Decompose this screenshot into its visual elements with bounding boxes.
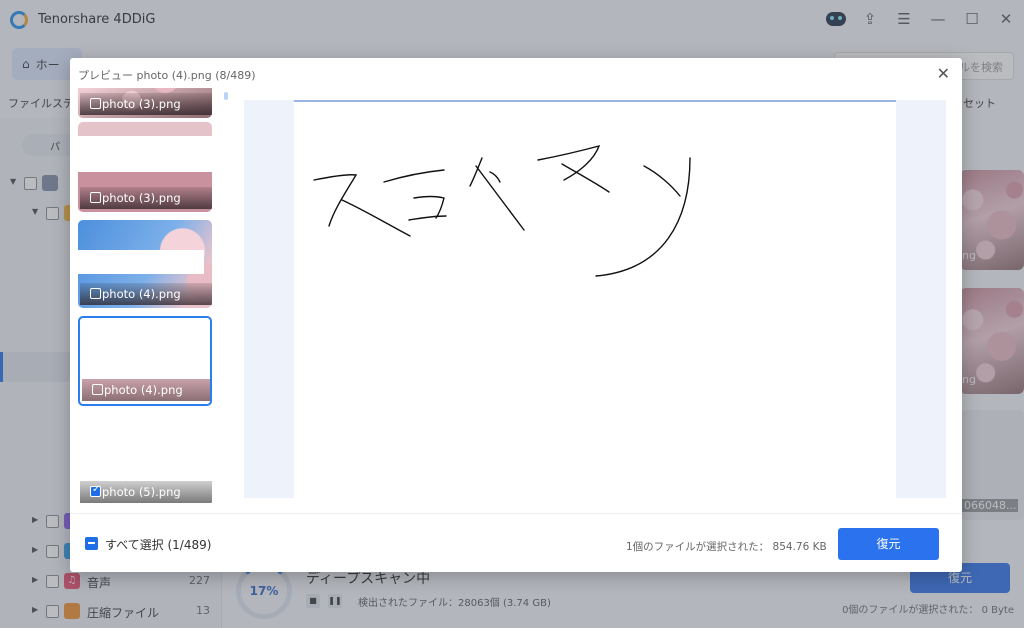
checkbox-checked[interactable]: [90, 484, 101, 497]
selected-files-info: 1個のファイルが選択された： 854.76 KB: [626, 541, 827, 553]
dialog-title: プレビュー photo (4).png (8/489): [78, 69, 256, 82]
preview-canvas: [294, 100, 896, 498]
thumbnail-item[interactable]: photo (5).png: [78, 416, 212, 506]
select-all-label[interactable]: すべて選択 (1/489): [105, 536, 211, 553]
checkbox[interactable]: [92, 384, 103, 395]
thumbnail-item-selected[interactable]: photo (4).png: [78, 316, 212, 406]
checkbox[interactable]: [90, 288, 101, 299]
checkbox[interactable]: [90, 192, 101, 203]
thumbnail-name: photo (3).png: [102, 191, 181, 205]
thumbnail-caption: photo (4).png: [82, 379, 210, 401]
restore-button[interactable]: 復元: [838, 528, 939, 560]
handwritten-sketch: [313, 144, 691, 277]
thumbnail-item[interactable]: photo (3).png: [78, 122, 212, 212]
thumbnail-name: photo (4).png: [102, 287, 181, 301]
thumbnail-item[interactable]: photo (3).png: [78, 88, 212, 118]
thumbnail-caption: photo (3).png: [80, 93, 212, 115]
thumbnail-caption: photo (5).png: [80, 481, 212, 503]
thumbnail-caption: photo (3).png: [80, 187, 212, 209]
close-icon[interactable]: ✕: [937, 64, 950, 83]
thumbnail-caption: photo (4).png: [80, 283, 212, 305]
checkbox[interactable]: [90, 98, 101, 109]
scrollbar-thumb[interactable]: [224, 92, 228, 100]
thumbnail-blank: [78, 250, 204, 274]
thumbnail-name: photo (4).png: [104, 383, 183, 397]
thumbnail-name: photo (5).png: [102, 485, 181, 499]
image-preview: [244, 100, 946, 498]
thumbnail-item[interactable]: photo (4).png: [78, 220, 212, 308]
dialog-footer: すべて選択 (1/489) 1個のファイルが選択された： 854.76 KB 復…: [70, 513, 962, 572]
preview-dialog: プレビュー photo (4).png (8/489) ✕ photo (3).…: [70, 58, 962, 572]
select-all-checkbox[interactable]: [85, 537, 98, 550]
thumbnail-list[interactable]: photo (3).png photo (3).png photo (4).pn…: [78, 88, 224, 508]
thumbnail-name: photo (3).png: [102, 97, 181, 111]
